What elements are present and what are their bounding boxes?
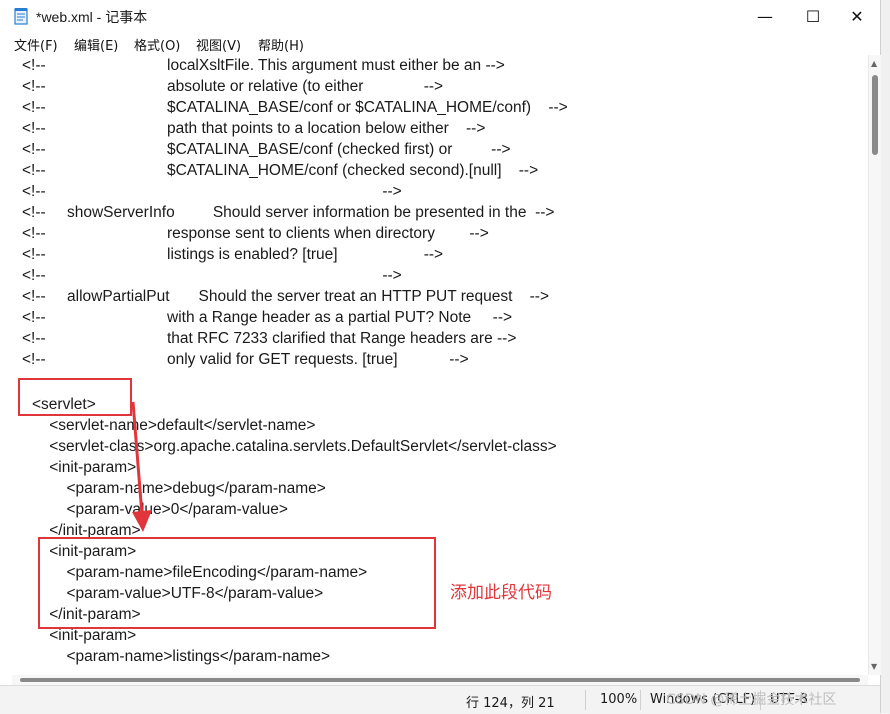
code-line: <param-name>debug</param-name>	[32, 480, 326, 497]
comment-open: <!--	[22, 246, 46, 263]
maximize-icon: ☐	[805, 6, 821, 26]
comment-open: <!--	[22, 99, 46, 116]
comment-text: $CATALINA_HOME/conf (checked second).[nu…	[167, 162, 539, 179]
comment-text: only valid for GET requests. [true] -->	[167, 351, 469, 368]
vertical-scrollbar[interactable]: ▲ ▼	[868, 55, 881, 675]
comment-text: response sent to clients when directory …	[167, 225, 489, 242]
menu-edit[interactable]: 编辑(E)	[74, 35, 118, 54]
window-title: *web.xml - 记事本	[36, 9, 148, 25]
maximize-button[interactable]: ☐	[790, 0, 836, 32]
horizontal-scroll-thumb[interactable]	[20, 678, 860, 682]
close-button[interactable]: ✕	[834, 0, 880, 32]
comment-open: <!--	[22, 162, 46, 179]
status-bar: 行 124，列 21 100% Windows (CRLF) UTF-8 CSD…	[0, 685, 880, 714]
menu-view[interactable]: 视图(V)	[196, 35, 241, 54]
comment-text: that RFC 7233 clarified that Range heade…	[167, 330, 517, 347]
minimize-icon: —	[757, 6, 773, 26]
status-divider	[640, 690, 641, 710]
cursor-position: 行 124，列 21	[466, 696, 555, 711]
comment-text: Should server information be presented i…	[187, 204, 555, 221]
added-code-highlight-box	[38, 537, 436, 629]
comment-open: <!--	[22, 78, 46, 95]
comment-open: <!--	[22, 288, 46, 305]
arrow-icon	[131, 401, 152, 532]
comment-open: <!--	[22, 204, 46, 221]
code-line: <param-name>listings</param-name>	[32, 648, 331, 665]
comment-param-name: allowPartialPut	[67, 288, 170, 305]
notepad-icon	[14, 8, 28, 25]
code-line: <init-param>	[32, 459, 137, 476]
comment-text: with a Range header as a partial PUT? No…	[167, 309, 513, 326]
comment-text: listings is enabled? [true] -->	[167, 246, 444, 263]
close-icon: ✕	[850, 6, 864, 26]
comment-open: <!--	[22, 309, 46, 326]
comment-text: Should the server treat an HTTP PUT requ…	[177, 288, 550, 305]
servlet-highlight-box	[18, 378, 132, 416]
comment-open: <!--	[22, 351, 46, 368]
code-line: <servlet-class>org.apache.catalina.servl…	[32, 438, 557, 455]
comment-param-name: showServerInfo	[67, 204, 175, 221]
background-window-edge	[881, 0, 890, 713]
comment-open: <!--	[22, 57, 46, 74]
status-divider	[585, 690, 586, 710]
comment-open: <!--	[22, 330, 46, 347]
menu-help[interactable]: 帮助(H)	[258, 35, 304, 54]
comment-open: <!--	[22, 141, 46, 158]
comment-text: $CATALINA_BASE/conf or $CATALINA_HOME/co…	[167, 99, 568, 116]
comment-text: localXsltFile. This argument must either…	[167, 57, 505, 74]
comment-text: absolute or relative (to either -->	[167, 78, 444, 95]
watermark: CSDN @稀土掘金技术社区	[666, 692, 837, 708]
horizontal-scrollbar[interactable]	[12, 675, 868, 685]
comment-text: $CATALINA_BASE/conf (checked first) or -…	[167, 141, 511, 158]
menu-bar: 文件(F) 编辑(E) 格式(O) 视图(V) 帮助(H)	[0, 32, 880, 54]
scroll-down-icon[interactable]: ▼	[871, 662, 877, 671]
minimize-button[interactable]: —	[742, 0, 788, 32]
comment-text: -->	[167, 183, 402, 200]
annotation-label: 添加此段代码	[450, 583, 552, 603]
notepad-window: *web.xml - 记事本 — ☐ ✕ 文件(F) 编辑(E) 格式(O) 视…	[0, 0, 881, 714]
menu-format[interactable]: 格式(O)	[134, 35, 180, 54]
comment-text: -->	[167, 267, 402, 284]
menu-file[interactable]: 文件(F)	[14, 35, 58, 54]
code-line: <servlet-name>default</servlet-name>	[32, 417, 316, 434]
scroll-up-icon[interactable]: ▲	[871, 59, 877, 68]
comment-open: <!--	[22, 267, 46, 284]
comment-text: path that points to a location below eit…	[167, 120, 486, 137]
zoom-level: 100%	[600, 692, 638, 707]
comment-open: <!--	[22, 225, 46, 242]
vertical-scroll-thumb[interactable]	[872, 75, 878, 155]
comment-open: <!--	[22, 120, 46, 137]
title-bar: *web.xml - 记事本 — ☐ ✕	[0, 0, 880, 32]
comment-open: <!--	[22, 183, 46, 200]
